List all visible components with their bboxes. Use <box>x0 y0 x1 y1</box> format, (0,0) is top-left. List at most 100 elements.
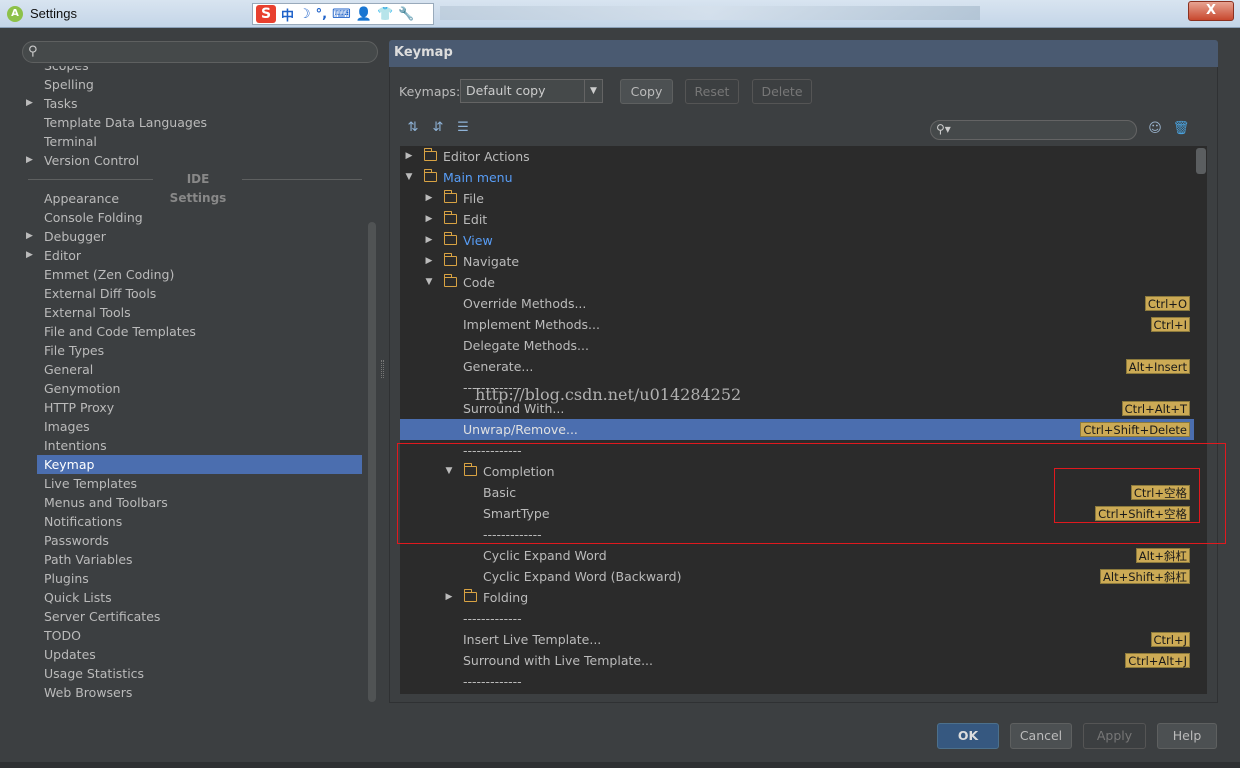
ime-tool-icon[interactable]: 🔧 <box>398 7 414 22</box>
sidebar-item[interactable]: Template Data Languages <box>44 113 207 132</box>
sidebar-item[interactable]: Keymap <box>44 455 94 474</box>
settings-tree[interactable]: ScopesSpelling ▶ TasksTemplate Data Langua… <box>22 66 380 704</box>
tree-group-row[interactable]: ▼ Main menu <box>400 167 1194 188</box>
ok-button[interactable]: OK <box>937 723 999 749</box>
action-row[interactable]: Surround with Live Template... Ctrl+Alt+J <box>400 650 1194 671</box>
sidebar-item[interactable]: Menus and Toolbars <box>44 493 168 512</box>
expand-all-icon[interactable]: ⇅ <box>404 120 422 138</box>
sidebar-item[interactable]: Images <box>44 417 90 436</box>
tree-group-row[interactable]: ▼ Code <box>400 272 1194 293</box>
chevron-down-icon[interactable]: ▼ <box>403 167 415 188</box>
sidebar-item[interactable]: Live Templates <box>44 474 137 493</box>
sidebar-item[interactable]: External Tools <box>44 303 131 322</box>
settings-search-field[interactable]: ⚲ <box>22 41 378 63</box>
sidebar-item[interactable]: Plugins <box>44 569 89 588</box>
tree-group-row[interactable]: ▶ View <box>400 230 1194 251</box>
keymap-select-value: Default copy <box>466 83 546 98</box>
sidebar-item[interactable]: Path Variables <box>44 550 133 569</box>
shortcut-badge: Alt+Insert <box>1125 359 1190 374</box>
close-button[interactable]: X <box>1188 1 1234 21</box>
ime-tool-icon[interactable]: ☽ <box>299 7 311 22</box>
chevron-right-icon[interactable]: ▶ <box>26 246 36 265</box>
sidebar-item[interactable]: External Diff Tools <box>44 284 156 303</box>
chevron-right-icon[interactable]: ▶ <box>423 230 435 251</box>
sidebar-item[interactable]: Notifications <box>44 512 122 531</box>
sidebar-item[interactable]: Web Browsers <box>44 683 132 702</box>
sidebar-item[interactable]: Appearance <box>44 189 119 208</box>
action-row[interactable]: Implement Methods... Ctrl+I <box>400 314 1194 335</box>
tree-group-row[interactable]: ▶ Navigate <box>400 251 1194 272</box>
sidebar-item[interactable]: Terminal <box>44 132 97 151</box>
keymap-select[interactable]: Default copy ▼ <box>460 79 603 103</box>
sidebar-item[interactable]: File Types <box>44 341 104 360</box>
tree-group-row[interactable]: ▶ Folding <box>400 587 1194 608</box>
pane-splitter[interactable] <box>381 360 384 378</box>
help-button[interactable]: Help <box>1157 723 1217 749</box>
sidebar-item[interactable]: Tasks <box>44 94 78 113</box>
separator-row[interactable]: ------------- <box>400 671 1194 692</box>
delete-button[interactable]: Delete <box>752 79 812 104</box>
separator-row[interactable]: ------------- <box>400 608 1194 629</box>
ime-tool-icon[interactable]: °, <box>316 7 327 22</box>
sidebar-item[interactable]: Intentions <box>44 436 107 455</box>
ime-tool-icon[interactable]: ⌨ <box>332 7 351 22</box>
sidebar-item[interactable]: Server Certificates <box>44 607 160 626</box>
folder-icon <box>443 211 457 224</box>
chevron-right-icon[interactable]: ▶ <box>403 146 415 167</box>
trash-icon[interactable]: 🗑 <box>1172 121 1190 139</box>
reset-button[interactable]: Reset <box>685 79 739 104</box>
chevron-right-icon[interactable]: ▶ <box>443 587 455 608</box>
sidebar-item[interactable]: Version Control <box>44 151 139 170</box>
find-by-shortcut-icon[interactable]: ☺ <box>1146 121 1164 139</box>
action-tree-scrollbar[interactable] <box>1196 148 1206 174</box>
collapse-all-icon[interactable]: ⇵ <box>429 120 447 138</box>
tree-group-row[interactable]: ▶ Edit <box>400 209 1194 230</box>
action-row[interactable]: Override Methods... Ctrl+O <box>400 293 1194 314</box>
sidebar-item[interactable]: Emmet (Zen Coding) <box>44 265 174 284</box>
tree-group-row[interactable]: ▶ Editor Actions <box>400 146 1194 167</box>
action-tree[interactable]: ▶ Editor Actions ▼ Main menu ▶ File ▶ Edit ▶ View… <box>400 146 1207 694</box>
cancel-button[interactable]: Cancel <box>1010 723 1072 749</box>
sidebar-item[interactable]: Spelling <box>44 75 94 94</box>
tree-group-row[interactable]: ▶ File <box>400 188 1194 209</box>
sidebar-item[interactable]: Genymotion <box>44 379 120 398</box>
apply-button[interactable]: Apply <box>1083 723 1146 749</box>
chevron-right-icon[interactable]: ▶ <box>26 227 36 246</box>
edit-shortcut-icon[interactable]: ☰ <box>454 120 472 138</box>
sidebar-item[interactable]: Passwords <box>44 531 109 550</box>
action-row[interactable]: Insert Live Template... Ctrl+J <box>400 629 1194 650</box>
ime-toolbar[interactable]: S 中 ☽ °, ⌨ 👤 👕 🔧 <box>252 3 434 25</box>
sidebar-item[interactable]: HTTP Proxy <box>44 398 114 417</box>
sidebar-item[interactable]: Editor <box>44 246 81 265</box>
copy-button[interactable]: Copy <box>620 79 673 104</box>
action-row[interactable]: Generate... Alt+Insert <box>400 356 1194 377</box>
chevron-right-icon[interactable]: ▶ <box>423 251 435 272</box>
chevron-down-icon[interactable]: ▼ <box>584 80 602 102</box>
ime-tool-icon[interactable]: 中 <box>281 5 294 24</box>
sidebar-item[interactable]: Console Folding <box>44 208 143 227</box>
keymap-search-input[interactable]: ⚲▾ <box>930 120 1137 140</box>
shortcut-badge: Ctrl+O <box>1144 296 1190 311</box>
settings-tree-scrollbar[interactable] <box>368 222 376 702</box>
sidebar-item[interactable]: General <box>44 360 93 379</box>
chevron-down-icon[interactable]: ▼ <box>423 272 435 293</box>
sidebar-item[interactable]: TODO <box>44 626 81 645</box>
sidebar-item[interactable]: Quick Lists <box>44 588 112 607</box>
sidebar-item[interactable]: Scopes <box>44 66 89 75</box>
sidebar-item[interactable]: Usage Statistics <box>44 664 144 683</box>
action-row[interactable]: Cyclic Expand Word (Backward) Alt+Shift+斜… <box>400 566 1194 587</box>
action-row[interactable]: Unwrap/Remove... Ctrl+Shift+Delete <box>400 419 1194 440</box>
chevron-right-icon[interactable]: ▶ <box>26 151 36 170</box>
chevron-right-icon[interactable]: ▶ <box>26 94 36 113</box>
action-row[interactable]: Delegate Methods... <box>400 335 1194 356</box>
search-icon: ⚲▾ <box>936 122 951 136</box>
sidebar-item[interactable]: Debugger <box>44 227 106 246</box>
sogou-logo-icon[interactable]: S <box>256 5 276 23</box>
chevron-right-icon[interactable]: ▶ <box>423 188 435 209</box>
action-row[interactable]: Cyclic Expand Word Alt+斜杠 <box>400 545 1194 566</box>
ime-tool-icon[interactable]: 👕 <box>377 7 393 22</box>
sidebar-item[interactable]: Updates <box>44 645 96 664</box>
ime-tool-icon[interactable]: 👤 <box>356 7 372 22</box>
chevron-right-icon[interactable]: ▶ <box>423 209 435 230</box>
sidebar-item[interactable]: File and Code Templates <box>44 322 196 341</box>
